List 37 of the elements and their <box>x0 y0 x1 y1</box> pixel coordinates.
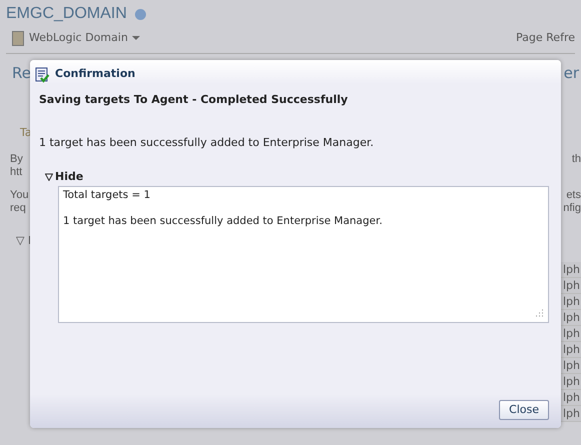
table-cell: lph <box>561 278 581 294</box>
table-cell: lph <box>561 294 581 310</box>
table-cell: lph <box>561 342 581 358</box>
page-refresh-label: Page Refre <box>516 30 575 46</box>
resize-grip-icon[interactable] <box>535 308 544 318</box>
details-line: Total targets = 1 <box>63 188 152 202</box>
checked-document-icon <box>35 66 50 82</box>
table-cell: lph <box>561 406 581 422</box>
table-cell: lph <box>561 262 581 278</box>
section-heading: Re <box>12 63 31 84</box>
section-toggle[interactable]: ▽ I <box>16 234 32 247</box>
hide-toggle[interactable]: Hide <box>55 169 84 186</box>
table-cell: lph <box>561 358 581 374</box>
info-icon[interactable] <box>134 8 146 20</box>
close-button[interactable]: Close <box>499 400 549 420</box>
details-text-area[interactable]: Total targets = 1 1 target has been successfully added to Enterprise Manager. <box>58 186 549 322</box>
page-title: EMGC_DOMAIN <box>6 4 127 24</box>
table-cell: lph <box>561 310 581 326</box>
description-text: nfig <box>563 202 581 215</box>
section-heading: er <box>564 63 579 84</box>
description-text: By <box>10 153 23 166</box>
document-icon <box>12 30 24 46</box>
table-cell: lph <box>561 390 581 406</box>
dialog-title: Confirmation <box>55 66 136 82</box>
description-text: ets <box>566 189 581 202</box>
details-line: 1 target has been successfully added to Enterprise Manager. <box>63 214 384 228</box>
confirmation-message: 1 target has been successfully added to Enterprise Manager. <box>38 134 375 150</box>
description-text: You <box>10 189 29 202</box>
description-text: th <box>572 153 581 166</box>
target-menu[interactable]: WebLogic Domain <box>29 30 140 46</box>
table-cell: lph <box>561 326 581 342</box>
disclosure-triangle-icon[interactable] <box>45 173 53 182</box>
caret-icon <box>132 36 140 40</box>
description-text: req <box>10 202 27 215</box>
description-text: htt <box>10 166 23 179</box>
dialog-heading: Saving targets To Agent - Completed Successfully <box>38 92 349 108</box>
table-cell: lph <box>561 374 581 390</box>
